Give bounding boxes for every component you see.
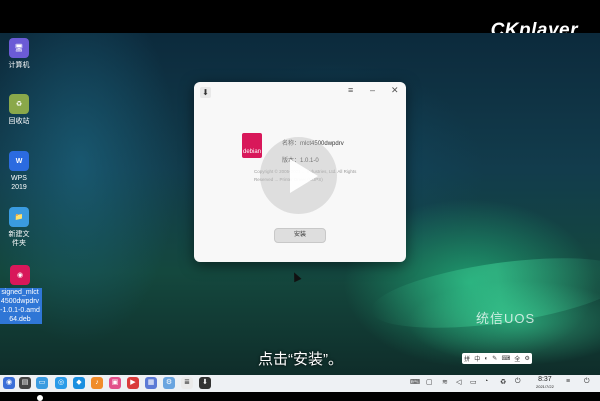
calendar-icon[interactable]: ▦ [145, 377, 157, 389]
browser-icon[interactable]: ◎ [55, 377, 67, 389]
video-subtitle: 点击“安装”。 [258, 351, 343, 368]
desktop-icon-new-folder[interactable]: 📁 新建文 件夹 [0, 207, 41, 248]
wifi-icon[interactable]: ≋ [442, 378, 448, 386]
video-progress-bar[interactable] [0, 392, 600, 400]
play-overlay-icon[interactable] [260, 137, 337, 214]
ime-item[interactable]: ⌨ [501, 355, 510, 362]
store-icon[interactable]: ◆ [73, 377, 85, 389]
trash-icon[interactable]: ♻ [500, 378, 506, 386]
power-icon[interactable]: ⏻ [584, 378, 590, 386]
documents-icon[interactable]: ≣ [181, 377, 193, 389]
desktop-icon-wps[interactable]: W WPS 2019 [0, 151, 41, 192]
input-method-toolbar[interactable]: 拼 中 ◐ ✎ ⌨ 全 ⚙ [462, 353, 532, 364]
video-progress-handle[interactable] [37, 395, 43, 401]
deb-package-icon: ◉ [10, 265, 30, 285]
clock-date: 2021/7/22 [536, 384, 554, 389]
screenshot-icon[interactable]: ▢ [426, 378, 433, 386]
ime-item[interactable]: ✎ [492, 355, 497, 362]
desktop-icon-label: 新建文 件夹 [8, 231, 30, 247]
install-button[interactable]: 安装 [274, 228, 326, 243]
computer-icon: 🖥 [9, 38, 29, 58]
desktop-icon-computer[interactable]: 🖥 计算机 [0, 38, 41, 70]
desktop-icon-label: WPS 2019 [11, 175, 27, 191]
power-icon[interactable]: ⏻ [515, 378, 521, 386]
clock[interactable]: 8:37 2021/7/22 [536, 376, 554, 389]
download-icon: ⬇ [200, 87, 211, 98]
wps-icon: W [9, 151, 29, 171]
desktop-icon-trash[interactable]: ♻ 回收站 [0, 94, 41, 126]
volume-icon[interactable]: ◁ [456, 378, 461, 386]
multitask-icon[interactable]: ▤ [19, 377, 31, 389]
package-installer-window: ⬇ ≡ – ✕ debian 名称：mlct4500dwpdrv 版本：1.0.… [194, 82, 406, 262]
installer-taskbar-icon[interactable]: ⬇ [199, 377, 211, 389]
desktop-icon-label: 回收站 [8, 118, 30, 125]
settings-icon[interactable]: ⚙ [163, 377, 175, 389]
taskbar: ◉ ▤ ▭ ◎ ◆ ♪ ▣ ▶ ▦ ⚙ ≣ ⬇ ⌨ ▢ ≋ ◁ ▭ ◔ ♻ ⏻ … [0, 375, 600, 392]
menu-icon[interactable]: ≡ [566, 378, 570, 385]
uos-watermark: 统信UOS [476, 311, 536, 326]
desktop-icon-label: signed_mlct 4500dwpdrv -1.0.1-0.amd 64.d… [0, 288, 42, 324]
video-top-bar: CKplayer [0, 0, 600, 41]
trash-icon: ♻ [9, 94, 29, 114]
video-icon[interactable]: ▶ [127, 377, 139, 389]
window-close-button[interactable]: ✕ [391, 85, 399, 96]
launcher-icon[interactable]: ◉ [3, 377, 15, 389]
window-menu-button[interactable]: ≡ [348, 85, 353, 95]
ime-item[interactable]: ⚙ [524, 355, 529, 362]
ime-item[interactable]: 全 [514, 354, 520, 363]
deb-package-icon: debian [242, 133, 262, 158]
desktop-icon-deb-file[interactable]: ◉ signed_mlct 4500dwpdrv -1.0.1-0.amd 64… [0, 265, 42, 324]
photos-icon[interactable]: ▣ [109, 377, 121, 389]
notification-icon[interactable]: ◔ [484, 378, 488, 385]
ime-item[interactable]: 拼 [464, 354, 470, 363]
keyboard-icon[interactable]: ⌨ [410, 378, 420, 386]
file-manager-icon[interactable]: ▭ [36, 377, 48, 389]
ime-item[interactable]: 中 [474, 354, 480, 363]
folder-icon: 📁 [9, 207, 29, 227]
window-titlebar: ⬇ ≡ – ✕ [194, 82, 406, 102]
music-icon[interactable]: ♪ [91, 377, 103, 389]
battery-icon[interactable]: ▭ [470, 378, 477, 386]
ime-item[interactable]: ◐ [484, 356, 488, 362]
window-minimize-button[interactable]: – [370, 85, 375, 95]
clock-time: 8:37 [538, 376, 552, 383]
desktop-icon-label: 计算机 [8, 62, 30, 69]
